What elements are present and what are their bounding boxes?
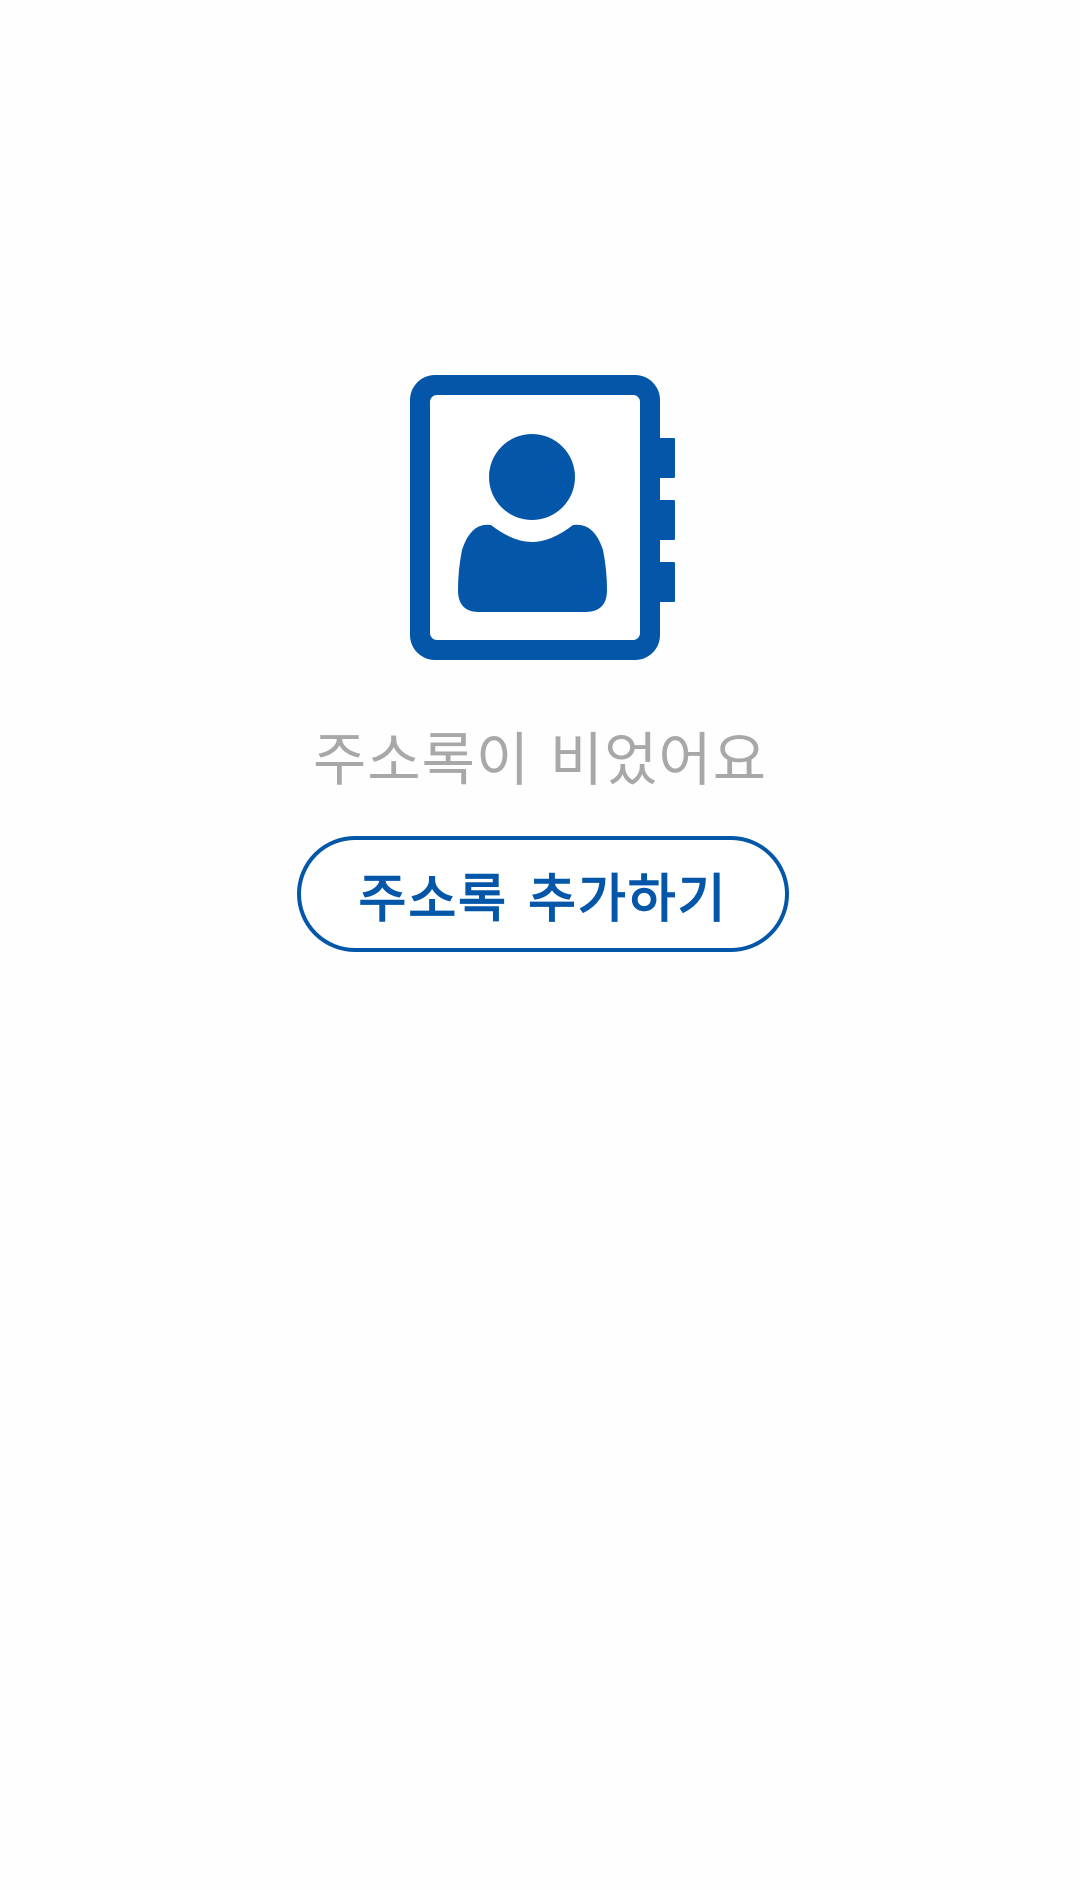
empty-message: 주소록이 비었어요: [312, 726, 768, 794]
empty-state: 주소록이 비었어요 주소록 추가하기: [0, 0, 1080, 1890]
add-address-book-button[interactable]: 주소록 추가하기: [297, 836, 789, 952]
address-book-icon: [405, 370, 675, 665]
